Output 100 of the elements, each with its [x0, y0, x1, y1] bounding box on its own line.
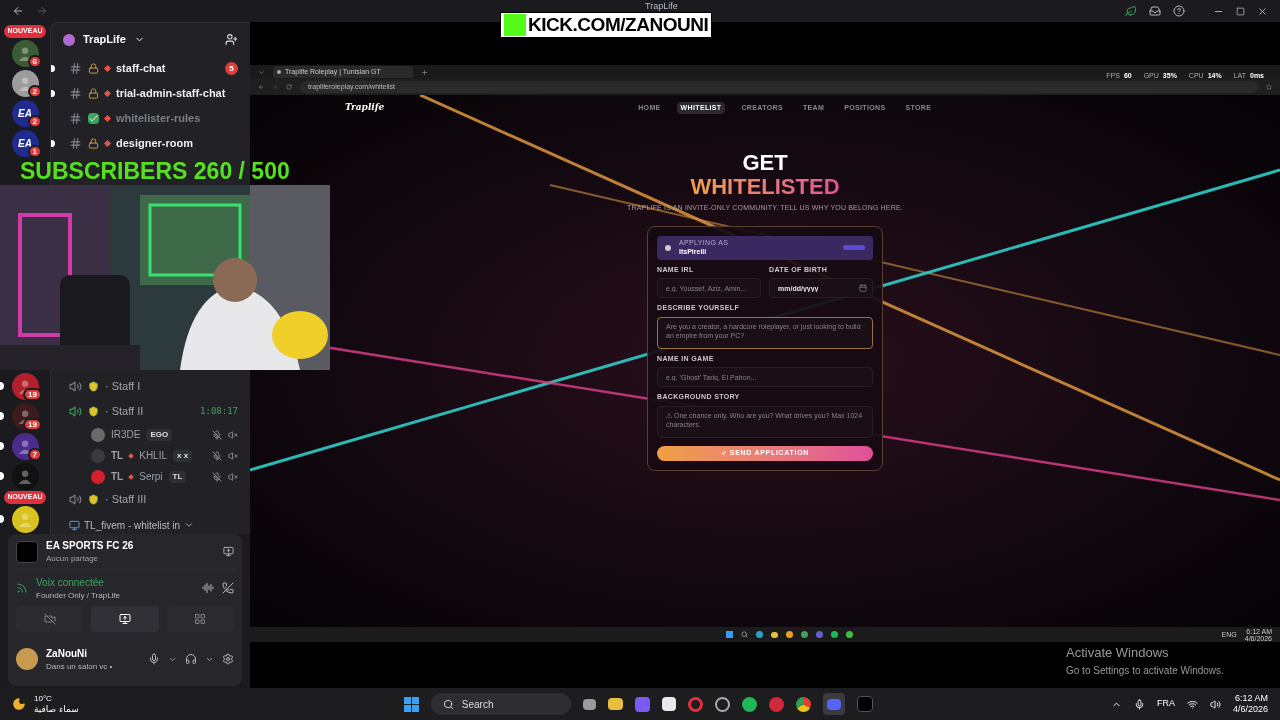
volume-icon[interactable]	[1209, 698, 1221, 710]
bookmark-icon[interactable]	[1266, 84, 1272, 90]
start-icon[interactable]	[726, 631, 734, 638]
temperature: 10°C	[34, 694, 53, 704]
search-icon	[442, 698, 454, 710]
server-icon[interactable]	[11, 402, 39, 430]
reload-icon[interactable]	[286, 84, 292, 90]
headphones-icon[interactable]	[185, 653, 197, 665]
deafened-icon	[228, 471, 238, 482]
app-icon[interactable]	[768, 696, 784, 712]
call-timer: 1:08:17	[200, 404, 238, 418]
task-view-icon[interactable]	[582, 698, 596, 710]
chat-app-icon[interactable]	[822, 693, 845, 715]
server-header[interactable]: TrapLife	[51, 23, 250, 56]
hash-icon	[69, 62, 82, 75]
shield-icon	[88, 494, 99, 505]
weather-icon[interactable]	[12, 697, 26, 711]
server-icon[interactable]	[11, 69, 39, 97]
language-indicator[interactable]: FRA	[1156, 697, 1175, 711]
subscriber-goal: SUBSCRIBERS 260 / 500	[20, 159, 290, 184]
chevron-down-icon	[184, 520, 195, 530]
leaf-icon[interactable]	[1125, 5, 1137, 17]
voice-channel[interactable]: · Staff I	[65, 374, 242, 399]
camera-off-icon	[43, 613, 56, 625]
clock-date: 4/6/2026	[1232, 704, 1268, 715]
mic-off-icon	[212, 429, 222, 440]
voice-member[interactable]: IR3DE EGO	[87, 424, 242, 445]
member-tag: x x	[173, 449, 193, 462]
hero-title: GET	[742, 151, 788, 175]
voice-member[interactable]: TL Serpi TL	[87, 466, 242, 487]
help-icon[interactable]	[1173, 5, 1185, 17]
user-name: ZaNouNi	[46, 646, 89, 661]
voice-channel-path[interactable]: Founder Only / TrapLife	[36, 589, 121, 602]
mic-off-icon	[212, 471, 222, 482]
weather-text: سماء صافية	[34, 704, 79, 714]
network-icon[interactable]	[1186, 698, 1198, 710]
new-tab-icon[interactable]	[421, 68, 428, 76]
member-prefix: TL	[111, 449, 124, 463]
channel-item[interactable]: whitelister-rules	[65, 106, 242, 131]
sound-wave-icon[interactable]	[202, 582, 214, 594]
microphone-icon[interactable]	[1133, 698, 1145, 710]
tab-list-icon[interactable]	[258, 68, 265, 76]
activity-title: EA SPORTS FC 26	[46, 539, 134, 553]
server-icon[interactable]	[11, 39, 39, 67]
server-icon[interactable]	[11, 372, 39, 400]
shield-icon	[88, 381, 99, 392]
voice-member[interactable]: TL KHLIL x x	[87, 445, 242, 466]
site-logo[interactable]: Traplife	[345, 101, 385, 115]
app-icon[interactable]	[714, 696, 730, 712]
search-field[interactable]: Search	[430, 693, 571, 715]
browser-icon[interactable]	[795, 696, 811, 712]
channel-name: · Staff II	[105, 404, 144, 420]
channel-item[interactable]: trial-admin-staff-chat	[65, 81, 242, 106]
member-prefix: TL	[111, 470, 124, 484]
kick-logo-icon	[504, 14, 526, 36]
server-icon[interactable]	[11, 505, 39, 533]
user-avatar[interactable]	[16, 648, 38, 670]
status-pill	[843, 245, 865, 250]
screen-share-icon[interactable]	[223, 546, 234, 557]
favicon	[277, 70, 281, 74]
channel-name: · Staff III	[105, 492, 147, 508]
search-icon[interactable]	[741, 631, 749, 638]
app-icon[interactable]	[741, 696, 757, 712]
channel-item[interactable]: staff-chat 5	[65, 56, 242, 81]
member-name: KHLIL	[139, 449, 167, 463]
stream-url: KICK.COM/ZANOUNI	[528, 12, 709, 37]
folder-icon[interactable]	[771, 631, 779, 638]
deafened-icon	[228, 429, 238, 440]
lock-icon	[88, 138, 99, 149]
send-icon	[720, 450, 726, 456]
settings-icon[interactable]	[222, 653, 234, 665]
invite-icon[interactable]	[225, 33, 238, 46]
store-icon[interactable]	[661, 697, 676, 711]
back-icon[interactable]	[258, 84, 264, 90]
folder-icon[interactable]	[607, 698, 623, 710]
screen-button[interactable]	[91, 606, 159, 632]
unread-count: 5	[225, 62, 238, 75]
logo-icon	[665, 244, 671, 251]
microphone-icon[interactable]	[148, 653, 160, 665]
lock-icon	[88, 88, 99, 99]
member-name: IR3DE	[111, 428, 141, 442]
maximize-icon[interactable]	[1236, 6, 1245, 16]
category-header[interactable]: TL_fivem - whitelist in	[69, 516, 250, 534]
person-icon	[16, 510, 34, 528]
app-icon[interactable]	[756, 631, 764, 638]
ring-icon[interactable]	[687, 696, 703, 712]
windows-start-icon[interactable]	[403, 696, 419, 712]
channel-item[interactable]: designer-room	[65, 131, 242, 156]
voice-status: Voix connectée	[36, 575, 105, 590]
person-icon	[16, 467, 34, 485]
app-icon[interactable]	[634, 696, 650, 712]
inbox-icon[interactable]	[1149, 5, 1161, 17]
unread-count: 19	[23, 388, 42, 401]
back-icon[interactable]	[12, 5, 24, 17]
disconnect-icon[interactable]	[222, 582, 234, 594]
voice-channel[interactable]: · Staff III	[65, 487, 242, 512]
member-tag: TL	[168, 470, 187, 483]
voice-channel[interactable]: · Staff II 1:08:17	[65, 399, 242, 424]
activation-title: Activate Windows	[1066, 644, 1169, 662]
close-icon[interactable]	[1257, 5, 1268, 17]
